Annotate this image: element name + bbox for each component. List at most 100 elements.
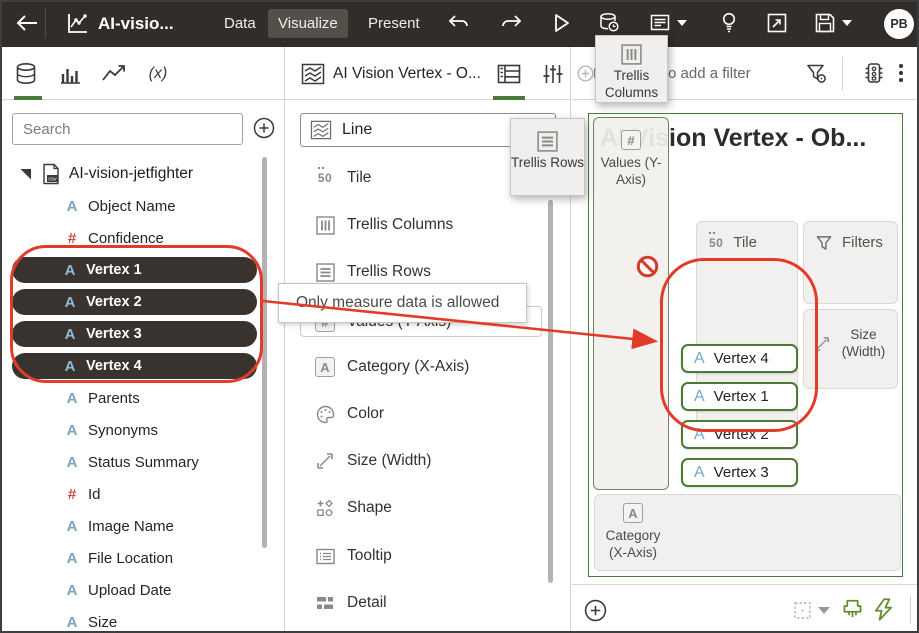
- drop-zone-filters[interactable]: Filters: [803, 221, 898, 304]
- field-row[interactable]: AFile Location: [0, 542, 285, 574]
- search-input[interactable]: [13, 114, 242, 144]
- chevron-down-icon: [677, 20, 687, 26]
- grammar-item-label: Tooltip: [347, 547, 392, 565]
- tab-parameters[interactable]: (x): [142, 58, 174, 90]
- refresh-data-button[interactable]: [594, 8, 624, 38]
- canvas-properties-icon[interactable]: [863, 62, 885, 84]
- save-button[interactable]: [810, 8, 840, 38]
- insights-button[interactable]: [714, 8, 744, 38]
- text-field-icon: A: [62, 582, 82, 599]
- tab-present[interactable]: Present: [358, 9, 430, 38]
- grammar-panel-scrollbar[interactable]: [548, 200, 553, 583]
- text-field-icon: A: [62, 198, 82, 215]
- drag-ghost-label: Trellis Rows: [511, 155, 584, 170]
- chevron-down-icon: [842, 20, 852, 26]
- tab-data-elements[interactable]: [10, 58, 42, 90]
- filter-settings-icon[interactable]: [806, 63, 828, 85]
- refresh-data-icon: [598, 12, 620, 34]
- tab-analytics[interactable]: [98, 58, 130, 90]
- search-box[interactable]: [12, 113, 243, 145]
- canvas-menu-button[interactable]: [899, 64, 903, 68]
- bottom-bar-divider: [910, 596, 911, 624]
- auto-insights-icon[interactable]: [873, 598, 894, 621]
- grammar-item-trellis-columns[interactable]: Trellis Columns: [285, 212, 571, 238]
- chart-type-icon: [297, 58, 329, 90]
- save-dropdown-caret[interactable]: [837, 8, 857, 38]
- drop-zone-label: Values (Y-Axis): [594, 154, 668, 188]
- add-visualization-button[interactable]: [584, 599, 607, 622]
- kebab-menu-icon: [899, 64, 903, 68]
- drag-ghost-label: Trellis Columns: [605, 68, 658, 100]
- size-icon: [316, 452, 334, 470]
- category-icon: A: [315, 357, 335, 377]
- layout-grid-icon[interactable]: [794, 602, 811, 619]
- funnel-icon: [816, 235, 832, 251]
- tab-data[interactable]: Data: [214, 9, 266, 38]
- trellis-columns-icon: [621, 44, 642, 65]
- workbook-logo-icon: [62, 8, 92, 38]
- redo-button[interactable]: [496, 8, 526, 38]
- assigned-field-pill[interactable]: AVertex 3: [681, 458, 798, 487]
- grammar-item-size[interactable]: Size (Width): [285, 448, 571, 474]
- filter-bar-divider: [842, 57, 843, 90]
- chevron-down-icon: [818, 607, 830, 614]
- notes-dropdown-caret[interactable]: [672, 8, 692, 38]
- svg-text:csv: csv: [48, 176, 57, 182]
- redo-icon: [500, 14, 522, 32]
- grammar-item-tooltip[interactable]: Tooltip: [285, 543, 571, 569]
- field-label: Status Summary: [88, 454, 199, 471]
- field-row[interactable]: AObject Name: [0, 190, 285, 222]
- open-in-new-icon: [767, 13, 787, 33]
- back-button[interactable]: [12, 8, 42, 38]
- dataset-row[interactable]: csv AI-vision-jetfighter: [0, 158, 285, 190]
- grammar-item-label: Detail: [347, 594, 387, 612]
- tab-visualizations[interactable]: [54, 58, 86, 90]
- no-entry-icon: [636, 255, 659, 278]
- field-row[interactable]: AStatus Summary: [0, 446, 285, 478]
- grammar-item-label: Size (Width): [347, 452, 431, 470]
- annotation-arrow: [250, 288, 670, 354]
- add-filter-icon: [577, 65, 594, 82]
- drag-ghost-trellis-rows: Trellis Rows: [510, 118, 585, 196]
- undo-icon: [448, 14, 470, 32]
- drop-zone-label: Filters: [842, 234, 883, 251]
- grammar-item-label: Trellis Rows: [347, 263, 431, 281]
- tab-grammar[interactable]: [493, 58, 525, 90]
- field-row[interactable]: AParents: [0, 382, 285, 414]
- grammar-item-color[interactable]: Color: [285, 401, 571, 427]
- notes-button[interactable]: [645, 8, 675, 38]
- field-row[interactable]: ASynonyms: [0, 414, 285, 446]
- field-row[interactable]: ASize: [0, 606, 285, 633]
- expand-caret-icon[interactable]: [20, 169, 31, 180]
- trend-icon: [101, 64, 127, 84]
- field-row[interactable]: AUpload Date: [0, 574, 285, 606]
- grammar-item-trellis-rows[interactable]: Trellis Rows: [285, 259, 571, 285]
- drop-zone-category-x-axis[interactable]: A Category (X-Axis): [594, 494, 901, 571]
- field-tree: csv AI-vision-jetfighter AObject Name #C…: [0, 153, 285, 633]
- topbar-divider: [45, 8, 46, 39]
- field-row[interactable]: #Id: [0, 478, 285, 510]
- tile-icon: 50: [709, 236, 723, 250]
- tab-properties[interactable]: [537, 58, 569, 90]
- add-dataset-button[interactable]: [253, 117, 275, 144]
- tab-visualize[interactable]: Visualize: [268, 9, 348, 38]
- drop-zone-label: Size (Width): [834, 326, 894, 360]
- grammar-item-shape[interactable]: Shape: [285, 495, 571, 521]
- canvas-bottom-bar: [572, 584, 919, 633]
- undo-button[interactable]: [444, 8, 474, 38]
- open-in-window-button[interactable]: [762, 8, 792, 38]
- field-label: Confidence: [88, 230, 164, 247]
- grammar-item-detail[interactable]: Detail: [285, 590, 571, 616]
- sliders-icon: [542, 63, 564, 85]
- bar-chart-icon: [58, 62, 82, 86]
- preview-button[interactable]: [547, 8, 577, 38]
- grammar-item-category[interactable]: A Category (X-Axis): [285, 354, 571, 380]
- values-icon: #: [621, 130, 641, 150]
- format-brush-icon[interactable]: [842, 599, 863, 621]
- field-row[interactable]: AImage Name: [0, 510, 285, 542]
- workbook-title: AI-visio...: [98, 0, 174, 47]
- grammar-panel-icon: [497, 62, 521, 86]
- user-avatar[interactable]: PB: [884, 9, 914, 39]
- viz-name: AI Vision Vertex - O...: [333, 47, 481, 100]
- layout-dropdown-caret[interactable]: [818, 607, 830, 614]
